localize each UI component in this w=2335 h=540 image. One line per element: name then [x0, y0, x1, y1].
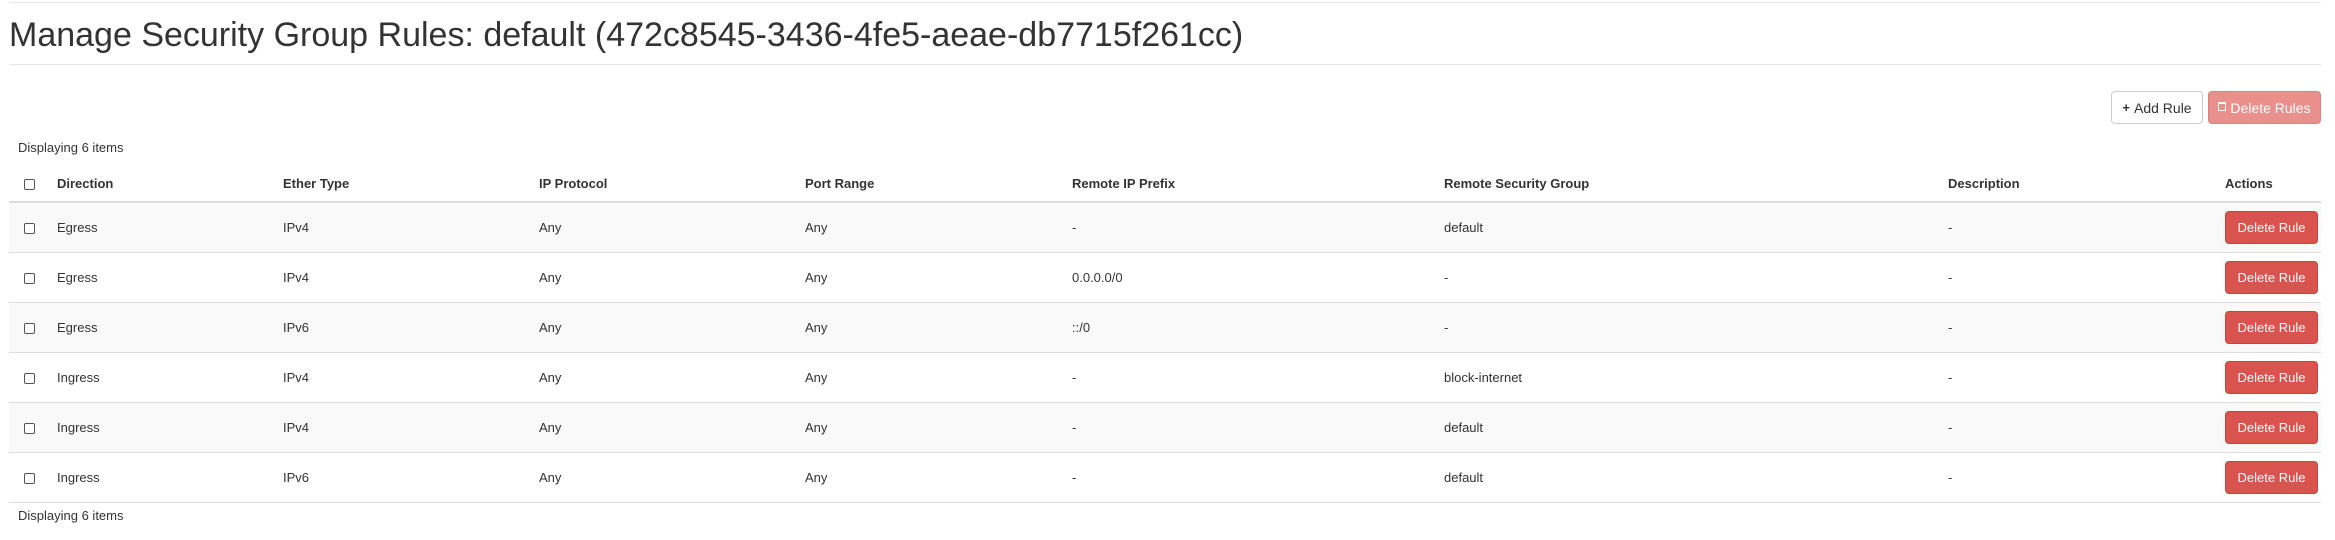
remote-ip-prefix-cell: -	[1072, 352, 1444, 403]
select-all-cell	[9, 165, 57, 203]
delete-rule-button[interactable]: Delete Rule	[2225, 411, 2318, 444]
ip-protocol-cell: Any	[539, 202, 805, 253]
delete-rule-button[interactable]: Delete Rule	[2225, 461, 2318, 494]
description-cell: -	[1948, 202, 2225, 253]
direction-cell: Egress	[57, 252, 283, 303]
actions-cell: Delete Rule	[2225, 402, 2321, 453]
top-divider	[9, 2, 2321, 3]
trash-icon	[2218, 102, 2227, 111]
remote-security-group-cell: default	[1444, 202, 1948, 253]
ether-type-cell: IPv4	[283, 252, 539, 303]
column-header-direction[interactable]: Direction	[57, 165, 283, 203]
port-range-cell: Any	[805, 302, 1072, 353]
security-group-rules-table: Direction Ether Type IP Protocol Port Ra…	[9, 165, 2321, 503]
ether-type-cell: IPv4	[283, 352, 539, 403]
description-cell: -	[1948, 402, 2225, 453]
column-header-actions: Actions	[2225, 165, 2321, 203]
actions-cell: Delete Rule	[2225, 452, 2321, 503]
delete-rule-button[interactable]: Delete Rule	[2225, 211, 2318, 244]
remote-ip-prefix-cell: -	[1072, 402, 1444, 453]
row-select-cell	[9, 352, 57, 403]
column-header-ether-type[interactable]: Ether Type	[283, 165, 539, 203]
item-count-bottom: Displaying 6 items	[18, 508, 124, 523]
delete-rules-label: Delete Rules	[2230, 99, 2311, 116]
table-row: Egress IPv4 Any Any - default - Delete R…	[9, 202, 2321, 253]
port-range-cell: Any	[805, 252, 1072, 303]
row-select-cell	[9, 202, 57, 253]
description-cell: -	[1948, 352, 2225, 403]
remote-ip-prefix-cell: -	[1072, 452, 1444, 503]
direction-cell: Egress	[57, 202, 283, 253]
remote-security-group-cell: block-internet	[1444, 352, 1948, 403]
column-header-ip-protocol[interactable]: IP Protocol	[539, 165, 805, 203]
actions-cell: Delete Rule	[2225, 352, 2321, 403]
remote-security-group-cell: -	[1444, 302, 1948, 353]
row-select-cell	[9, 302, 57, 353]
ip-protocol-cell: Any	[539, 252, 805, 303]
remote-ip-prefix-cell: 0.0.0.0/0	[1072, 252, 1444, 303]
item-count-top: Displaying 6 items	[18, 140, 124, 155]
row-select-cell	[9, 252, 57, 303]
column-header-remote-ip-prefix[interactable]: Remote IP Prefix	[1072, 165, 1444, 203]
remote-security-group-cell: default	[1444, 402, 1948, 453]
page: Manage Security Group Rules: default (47…	[0, 0, 2335, 540]
table-row: Ingress IPv6 Any Any - default - Delete …	[9, 452, 2321, 503]
add-rule-label: Add Rule	[2134, 99, 2192, 116]
ether-type-cell: IPv6	[283, 452, 539, 503]
delete-rule-button[interactable]: Delete Rule	[2225, 311, 2318, 344]
port-range-cell: Any	[805, 352, 1072, 403]
page-title: Manage Security Group Rules: default (47…	[9, 16, 1244, 54]
table-header-row: Direction Ether Type IP Protocol Port Ra…	[9, 165, 2321, 203]
ip-protocol-cell: Any	[539, 402, 805, 453]
row-select-cell	[9, 452, 57, 503]
table-row: Egress IPv6 Any Any ::/0 - - Delete Rule	[9, 302, 2321, 353]
column-header-port-range[interactable]: Port Range	[805, 165, 1072, 203]
delete-rules-button[interactable]: Delete Rules	[2208, 91, 2321, 124]
remote-ip-prefix-cell: ::/0	[1072, 302, 1444, 353]
ip-protocol-cell: Any	[539, 352, 805, 403]
add-rule-button[interactable]: + Add Rule	[2111, 91, 2203, 124]
actions-cell: Delete Rule	[2225, 202, 2321, 253]
row-checkbox[interactable]	[24, 323, 35, 335]
ether-type-cell: IPv4	[283, 202, 539, 253]
description-cell: -	[1948, 452, 2225, 503]
column-header-description[interactable]: Description	[1948, 165, 2225, 203]
remote-ip-prefix-cell: -	[1072, 202, 1444, 253]
select-all-checkbox[interactable]	[24, 178, 35, 190]
table-row: Egress IPv4 Any Any 0.0.0.0/0 - - Delete…	[9, 252, 2321, 303]
ether-type-cell: IPv4	[283, 402, 539, 453]
remote-security-group-cell: default	[1444, 452, 1948, 503]
actions-cell: Delete Rule	[2225, 302, 2321, 353]
column-header-remote-security-group[interactable]: Remote Security Group	[1444, 165, 1948, 203]
port-range-cell: Any	[805, 452, 1072, 503]
port-range-cell: Any	[805, 202, 1072, 253]
row-checkbox[interactable]	[24, 273, 35, 285]
actions-cell: Delete Rule	[2225, 252, 2321, 303]
ip-protocol-cell: Any	[539, 452, 805, 503]
row-select-cell	[9, 402, 57, 453]
port-range-cell: Any	[805, 402, 1072, 453]
direction-cell: Egress	[57, 302, 283, 353]
description-cell: -	[1948, 302, 2225, 353]
table-actions: + Add Rule Delete Rules	[2111, 91, 2321, 124]
plus-icon: +	[2122, 100, 2130, 115]
remote-security-group-cell: -	[1444, 252, 1948, 303]
table-row: Ingress IPv4 Any Any - default - Delete …	[9, 402, 2321, 453]
table-row: Ingress IPv4 Any Any - block-internet - …	[9, 352, 2321, 403]
title-divider	[9, 64, 2321, 65]
row-checkbox[interactable]	[24, 473, 35, 485]
row-checkbox[interactable]	[24, 223, 35, 235]
delete-rule-button[interactable]: Delete Rule	[2225, 261, 2318, 294]
ip-protocol-cell: Any	[539, 302, 805, 353]
direction-cell: Ingress	[57, 402, 283, 453]
direction-cell: Ingress	[57, 452, 283, 503]
row-checkbox[interactable]	[24, 373, 35, 385]
row-checkbox[interactable]	[24, 423, 35, 435]
direction-cell: Ingress	[57, 352, 283, 403]
ether-type-cell: IPv6	[283, 302, 539, 353]
description-cell: -	[1948, 252, 2225, 303]
delete-rule-button[interactable]: Delete Rule	[2225, 361, 2318, 394]
